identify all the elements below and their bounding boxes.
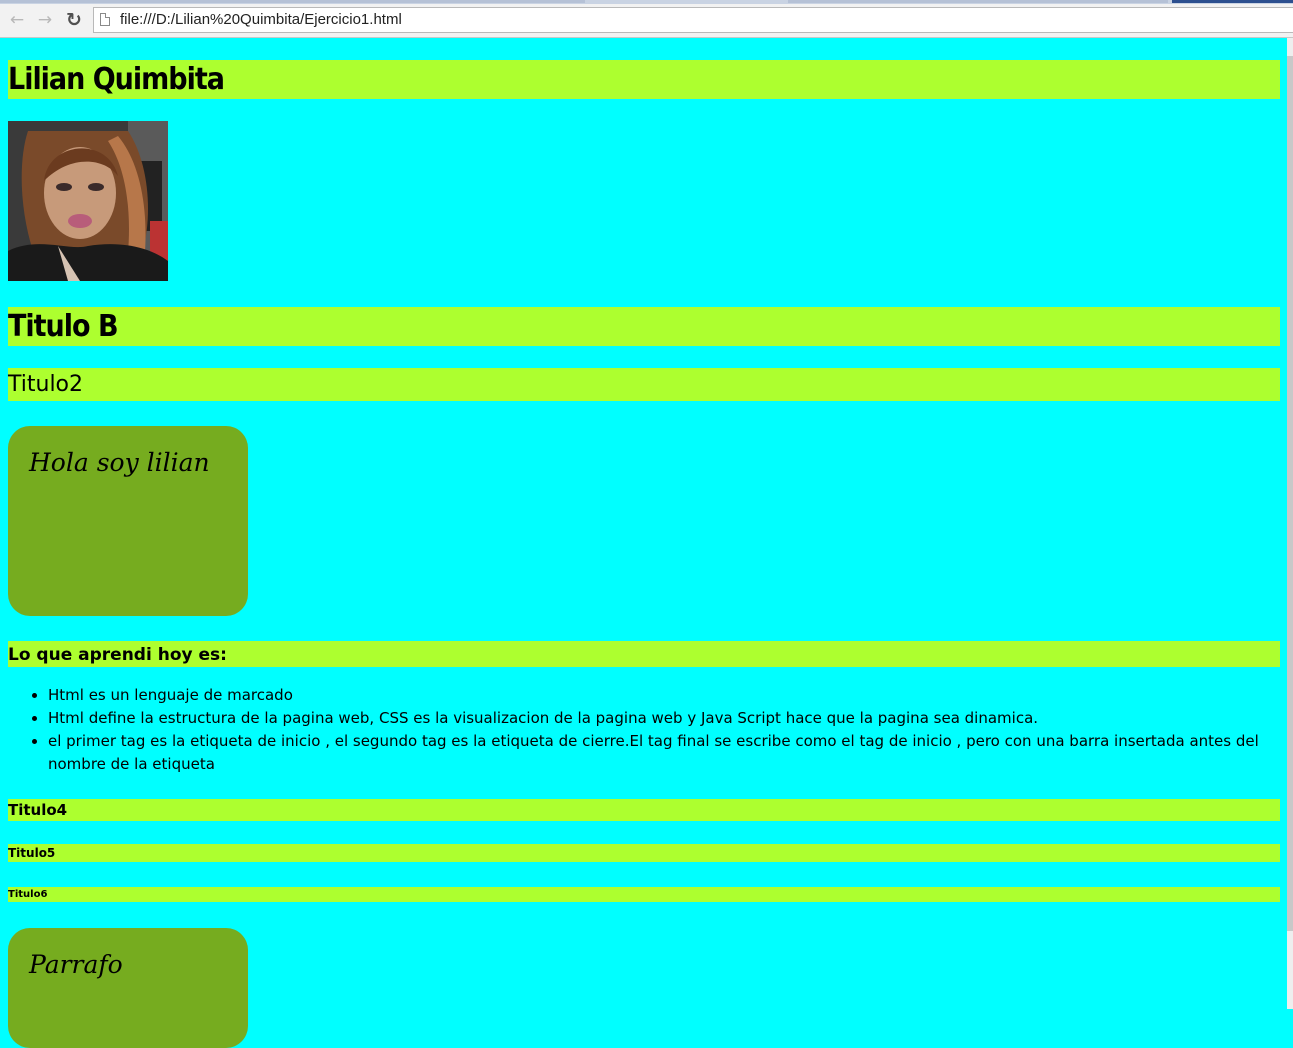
url-text[interactable]: file:///D:/Lilian%20Quimbita/Ejercicio1.… xyxy=(120,11,402,28)
paragraph-card: Parrafo xyxy=(8,928,248,1048)
vertical-scrollbar[interactable] xyxy=(1287,38,1293,1009)
list-item: Html define la estructura de la pagina w… xyxy=(48,707,1280,730)
document-icon xyxy=(100,13,110,26)
list-item: el primer tag es la etiqueta de inicio ,… xyxy=(48,730,1280,776)
greeting-text: Hola soy lilian xyxy=(29,448,210,477)
heading-titulo-b: Titulo B xyxy=(8,307,1280,346)
arrow-left-icon[interactable]: ← xyxy=(7,10,27,30)
reload-icon[interactable]: ↻ xyxy=(64,10,84,30)
scrollbar-thumb[interactable] xyxy=(1287,56,1293,931)
tab-strip xyxy=(0,0,1293,4)
address-bar[interactable]: file:///D:/Lilian%20Quimbita/Ejercicio1.… xyxy=(93,7,1293,33)
profile-photo xyxy=(8,121,168,281)
paragraph-text: Parrafo xyxy=(29,950,123,979)
arrow-right-icon[interactable]: → xyxy=(35,10,55,30)
heading-learned: Lo que aprendi hoy es: xyxy=(8,641,1280,667)
learned-list: Html es un lenguaje de marcado Html defi… xyxy=(8,684,1280,776)
profile-photo-image xyxy=(8,121,168,281)
list-item: Html es un lenguaje de marcado xyxy=(48,684,1280,707)
browser-toolbar: ← → ↻ file:///D:/Lilian%20Quimbita/Ejerc… xyxy=(0,0,1293,38)
tab[interactable] xyxy=(1172,0,1293,3)
heading-titulo2: Titulo2 xyxy=(8,368,1280,401)
heading-titulo5: Titulo5 xyxy=(8,844,1280,862)
heading-titulo6: Titulo6 xyxy=(8,887,1280,902)
tab[interactable] xyxy=(0,0,585,3)
tab[interactable] xyxy=(788,0,1168,3)
page-title: Lilian Quimbita xyxy=(8,60,1280,99)
greeting-card: Hola soy lilian xyxy=(8,426,248,616)
heading-titulo4: Titulo4 xyxy=(8,799,1280,821)
